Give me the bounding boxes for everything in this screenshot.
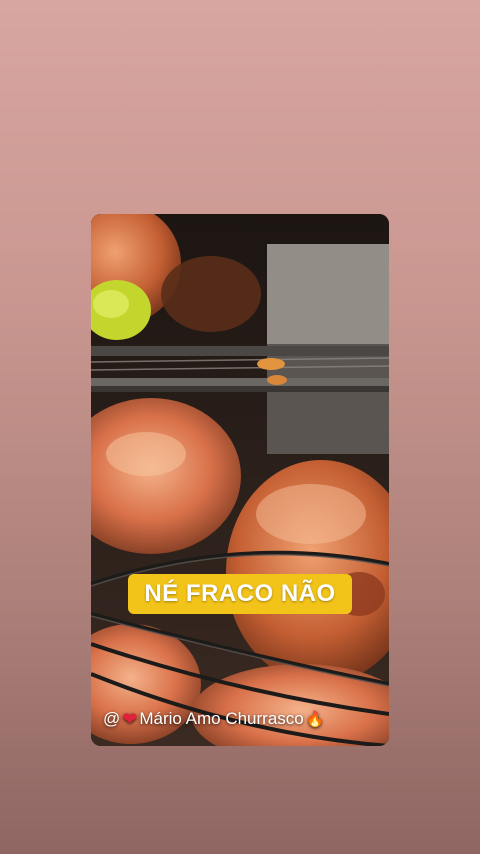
story-caption: NÉ FRACO NÃO <box>128 574 352 614</box>
story-card[interactable]: NÉ FRACO NÃO @ ❤ Mário Amo Churrasco 🔥 <box>91 214 389 746</box>
creator-credit[interactable]: @ ❤ Mário Amo Churrasco 🔥 <box>103 706 385 732</box>
food-photo <box>91 214 389 746</box>
caption-text: NÉ FRACO NÃO <box>144 580 336 607</box>
creator-name: Mário Amo Churrasco <box>139 709 304 728</box>
heart-icon: ❤ <box>122 709 138 729</box>
at-symbol: @ <box>103 709 121 728</box>
fire-icon: 🔥 <box>305 710 325 728</box>
